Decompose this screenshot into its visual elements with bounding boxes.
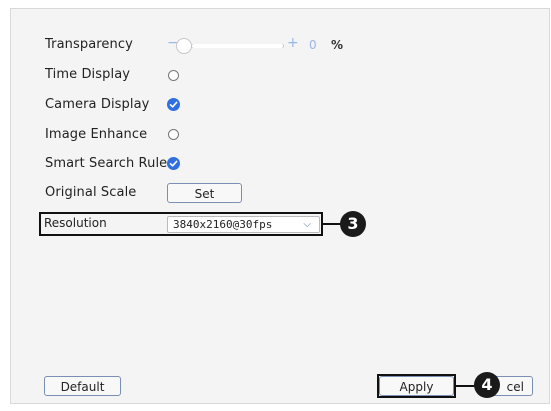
chevron-down-icon: ⌵ <box>303 219 311 230</box>
transparency-value: 0 <box>309 38 317 52</box>
camera-display-label: Camera Display <box>45 97 150 112</box>
smart-search-rule-label: Smart Search Rule <box>45 156 168 171</box>
transparency-increase-button[interactable]: + <box>287 35 299 51</box>
original-scale-set-button[interactable]: Set <box>167 183 242 203</box>
smart-search-rule-checkbox[interactable] <box>167 157 180 170</box>
resolution-selected-value: 3840x2160@30fps <box>173 218 273 231</box>
original-scale-label: Original Scale <box>45 185 137 200</box>
time-display-label: Time Display <box>45 67 131 82</box>
transparency-unit: % <box>331 38 344 52</box>
apply-highlight-box <box>377 374 456 398</box>
default-button[interactable]: Default <box>44 376 121 396</box>
checkmark-icon <box>169 160 178 167</box>
resolution-select[interactable]: 3840x2160@30fps ⌵ <box>167 216 320 233</box>
callout-badge-4: 4 <box>474 372 500 398</box>
checkmark-icon <box>169 101 178 108</box>
callout-line-3 <box>323 223 341 225</box>
transparency-slider-fill <box>192 44 283 48</box>
transparency-slider-handle[interactable] <box>176 38 192 54</box>
transparency-label: Transparency <box>45 37 133 52</box>
time-display-checkbox[interactable] <box>168 70 179 81</box>
callout-badge-3: 3 <box>340 211 366 237</box>
image-enhance-label: Image Enhance <box>45 127 148 142</box>
resolution-label: Resolution <box>44 216 107 230</box>
image-enhance-checkbox[interactable] <box>168 129 179 140</box>
callout-line-4 <box>456 385 476 387</box>
camera-display-checkbox[interactable] <box>167 98 180 111</box>
